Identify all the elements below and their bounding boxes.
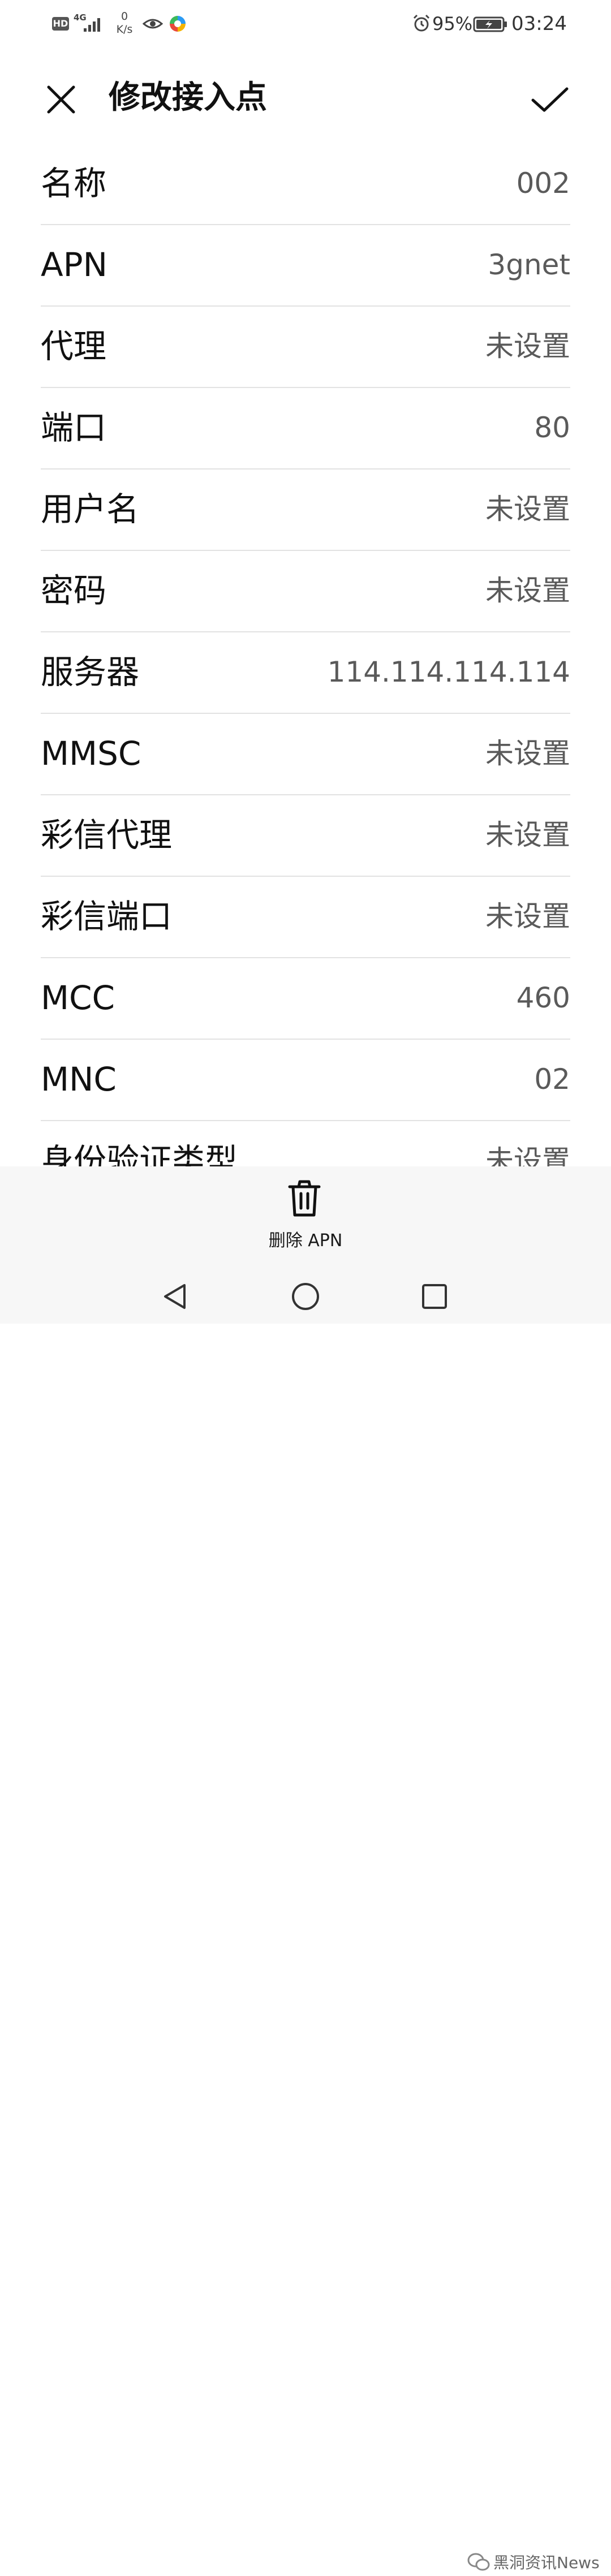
field-label: 名称 <box>41 164 107 203</box>
watermark-text: 黑洞资讯News <box>493 2553 600 2572</box>
field-row-port[interactable]: 端口 80 <box>41 388 570 469</box>
field-value: 114.114.114.114 <box>327 656 570 688</box>
field-label: MMSC <box>41 734 141 773</box>
battery-percent: 95% <box>432 13 473 35</box>
watermark: 黑洞资讯News <box>467 2550 603 2576</box>
field-value: 80 <box>534 411 570 444</box>
speed-unit: K/s <box>116 23 133 36</box>
field-row-apn[interactable]: APN 3gnet <box>41 225 570 307</box>
field-value: 02 <box>534 1063 570 1096</box>
field-value: 460 <box>516 981 570 1014</box>
field-label: 端口 <box>41 408 107 447</box>
field-label: 用户名 <box>41 490 140 528</box>
delete-apn-label: 删除 APN <box>268 1231 343 1251</box>
status-bar: HD 4G 0 K/s 95% 03:24 <box>0 0 611 48</box>
field-label: 服务器 <box>41 653 140 691</box>
field-value: 未设置 <box>485 330 570 363</box>
field-label: MNC <box>41 1060 117 1099</box>
field-value: 3gnet <box>488 248 570 281</box>
field-value: 002 <box>516 167 570 200</box>
signal-icon <box>84 18 100 32</box>
alarm-icon <box>413 14 430 32</box>
field-label: 身份验证类型 <box>41 1141 238 1166</box>
field-value: 未设置 <box>485 900 570 933</box>
field-value: 未设置 <box>485 819 570 851</box>
field-label: MCC <box>41 979 115 1017</box>
field-row-mnc[interactable]: MNC 02 <box>41 1040 570 1121</box>
field-value: 未设置 <box>485 493 570 525</box>
checkmark-icon <box>531 87 569 112</box>
eye-comfort-icon <box>143 19 163 29</box>
apn-settings-list: 名称 002 APN 3gnet 代理 未设置 端口 80 用户名 未设置 密码… <box>0 144 611 1166</box>
clock-time: 03:24 <box>511 12 567 35</box>
field-row-mms-proxy[interactable]: 彩信代理 未设置 <box>41 795 570 877</box>
field-label: 密码 <box>41 571 107 610</box>
nav-back-button[interactable] <box>155 1276 196 1317</box>
field-value: 未设置 <box>485 737 570 770</box>
wechat-icon <box>467 2553 490 2571</box>
app-notification-icon <box>170 16 186 32</box>
page-title: 修改接入点 <box>109 79 267 116</box>
nav-recents-button[interactable] <box>414 1276 455 1317</box>
bottom-action-bar: 删除 APN <box>0 1166 611 1268</box>
hd-badge: HD <box>52 17 69 31</box>
field-row-server[interactable]: 服务器 114.114.114.114 <box>41 632 570 714</box>
field-row-password[interactable]: 密码 未设置 <box>41 551 570 632</box>
field-label: APN <box>41 245 108 284</box>
close-button[interactable] <box>40 78 83 121</box>
confirm-button[interactable] <box>527 77 573 122</box>
field-label: 彩信端口 <box>41 897 173 936</box>
field-row-mms-port[interactable]: 彩信端口 未设置 <box>41 877 570 958</box>
recents-square-icon <box>422 1284 447 1309</box>
field-value: 未设置 <box>485 574 570 607</box>
battery-charging-icon <box>473 16 507 32</box>
network-speed: 0 K/s <box>113 10 136 36</box>
toolbar: 修改接入点 <box>0 48 611 147</box>
trash-icon <box>288 1180 321 1217</box>
home-circle-icon <box>292 1283 319 1310</box>
delete-apn-button[interactable]: 删除 APN <box>238 1178 373 1263</box>
close-icon <box>47 85 75 114</box>
field-row-proxy[interactable]: 代理 未设置 <box>41 307 570 388</box>
field-label: 彩信代理 <box>41 816 173 854</box>
field-row-mmsc[interactable]: MMSC 未设置 <box>41 714 570 795</box>
nav-home-button[interactable] <box>285 1276 326 1317</box>
back-triangle-icon <box>164 1284 186 1309</box>
speed-value: 0 <box>121 10 128 23</box>
field-row-auth-type[interactable]: 身份验证类型 未设置 <box>41 1121 570 1166</box>
field-row-username[interactable]: 用户名 未设置 <box>41 469 570 551</box>
field-row-mcc[interactable]: MCC 460 <box>41 958 570 1040</box>
field-value: 未设置 <box>485 1144 570 1166</box>
field-row-name[interactable]: 名称 002 <box>41 144 570 225</box>
system-navigation-bar: 黑洞资讯News <box>0 1268 611 2572</box>
field-label: 代理 <box>41 327 107 365</box>
